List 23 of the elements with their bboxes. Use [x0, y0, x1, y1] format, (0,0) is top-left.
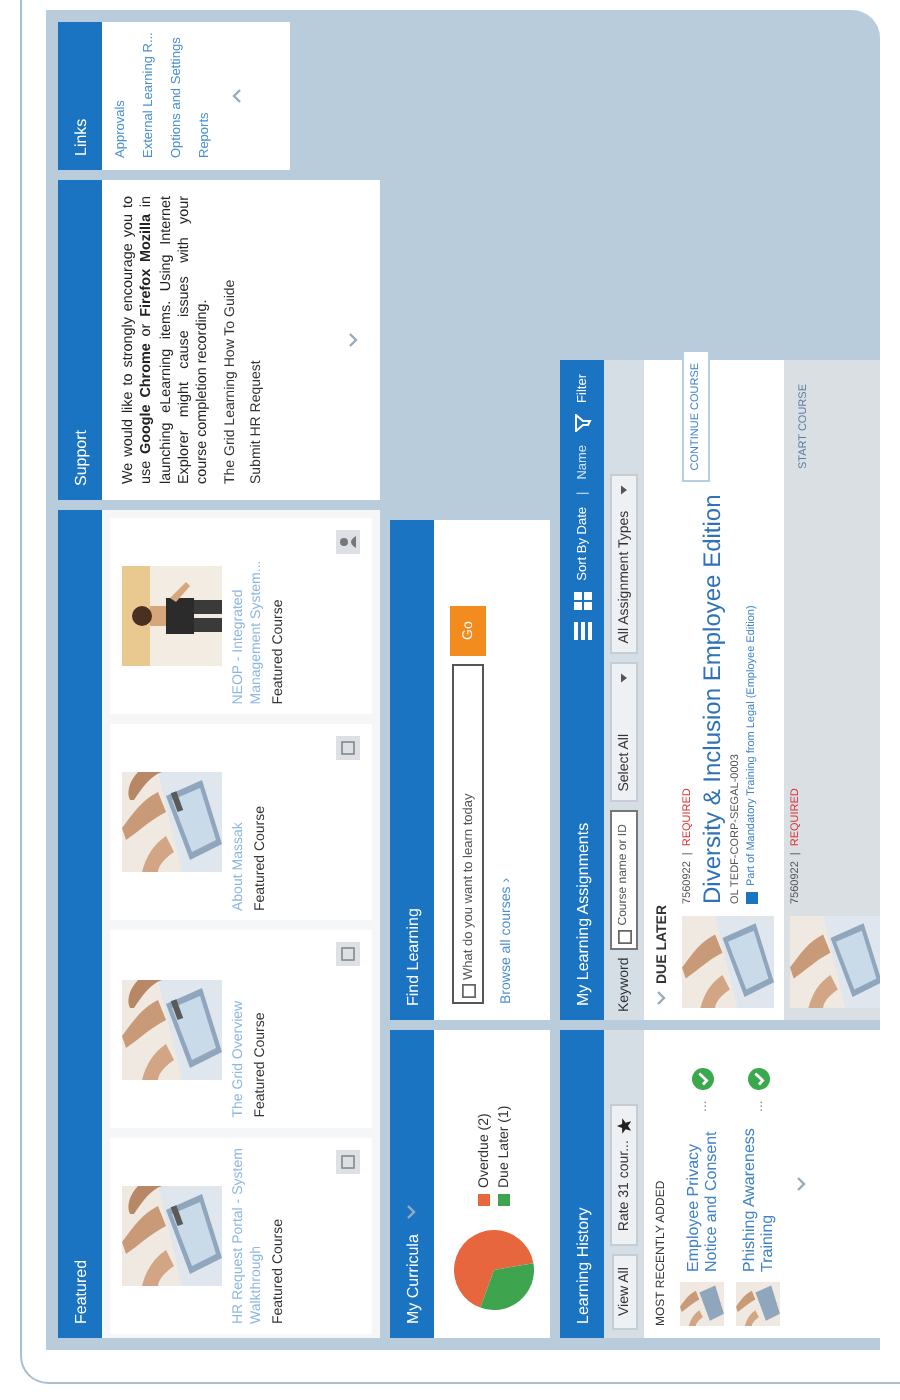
course-link[interactable]: Phishing Awareness Training	[739, 1122, 777, 1272]
box-icon[interactable]	[336, 1149, 360, 1174]
box-icon[interactable]	[336, 736, 360, 761]
panel-title: Links	[71, 118, 89, 156]
box-icon	[461, 984, 475, 998]
panel-title: Support	[71, 429, 89, 486]
person-icon[interactable]	[336, 530, 360, 554]
panel-title: My Learning Assignments	[573, 822, 591, 1006]
course-link[interactable]: Employee Privacy Notice and Consent	[683, 1122, 721, 1272]
grid-view-icon[interactable]	[573, 592, 591, 611]
panel-title: Featured	[71, 1259, 89, 1324]
caret-icon	[618, 671, 630, 684]
square-icon	[746, 892, 758, 904]
filter-icon[interactable]	[573, 414, 591, 433]
list-view-icon[interactable]	[573, 622, 591, 641]
caret-icon	[618, 483, 630, 496]
panel-title: Find Learning	[403, 908, 421, 1006]
panel-title: My Curricula	[403, 1234, 421, 1324]
course-title[interactable]: Diversity & Inclusion Employee Edition	[698, 494, 726, 904]
box-icon[interactable]	[336, 943, 360, 967]
star-icon	[616, 1118, 632, 1135]
box-icon	[617, 929, 631, 944]
panel-title: Learning History	[573, 1207, 591, 1324]
